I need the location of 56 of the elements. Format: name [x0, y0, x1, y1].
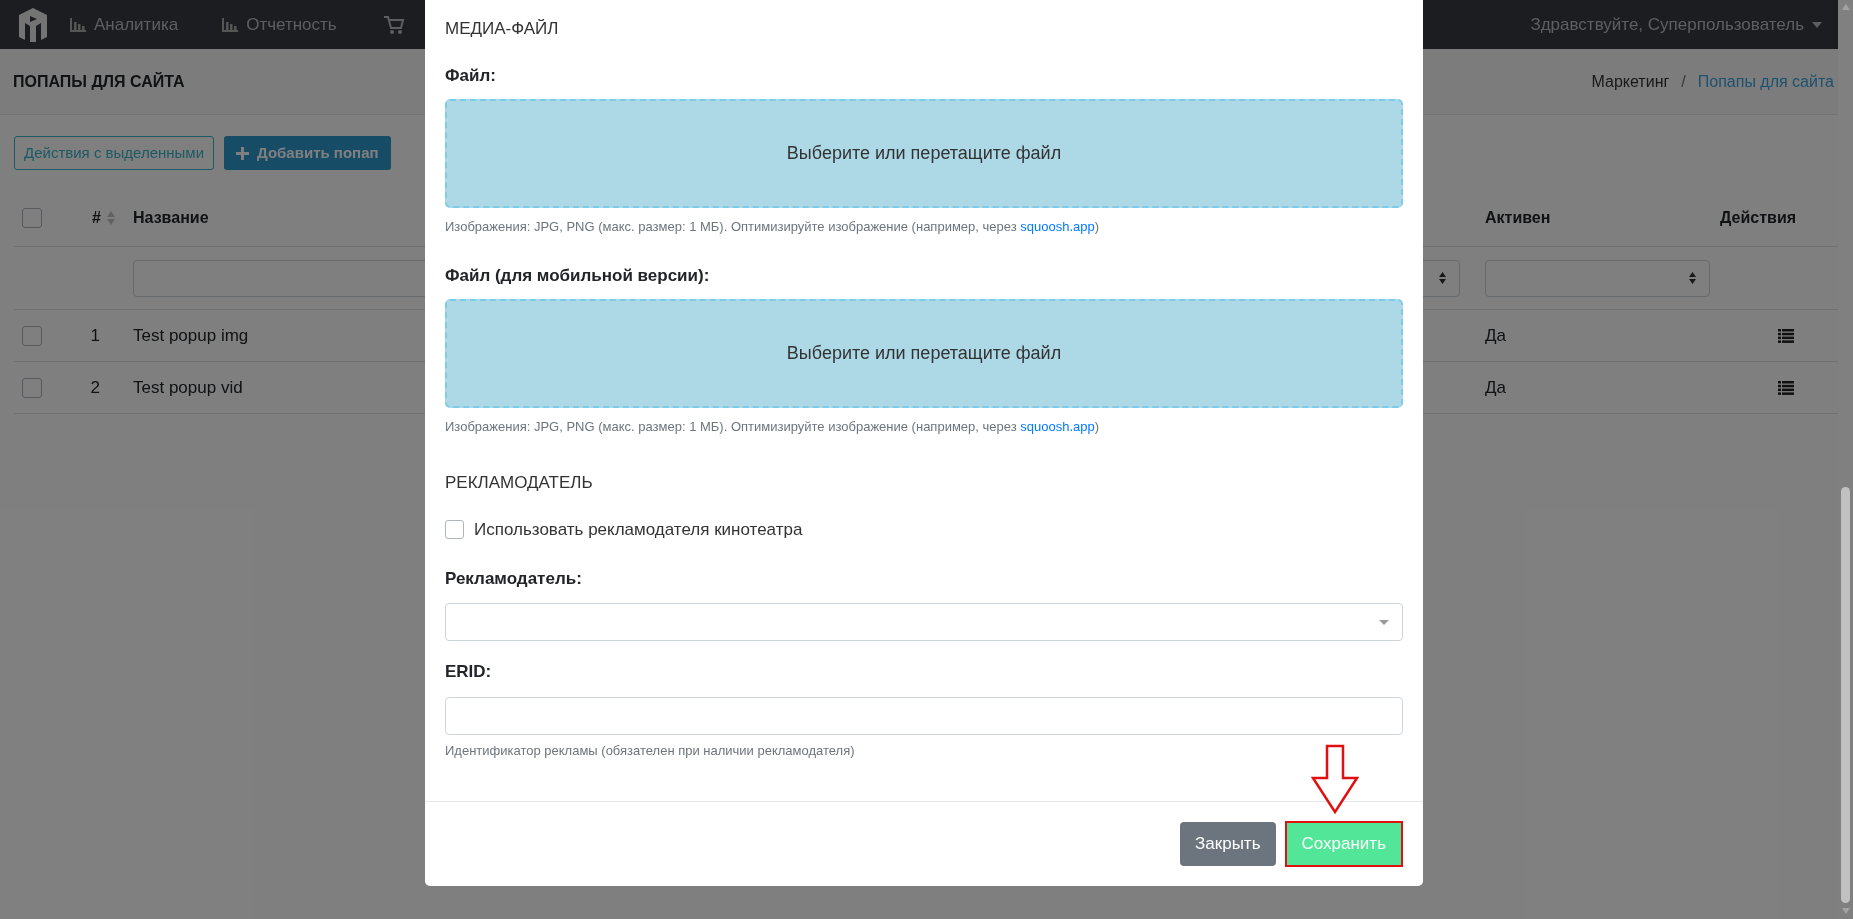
row-checkbox[interactable]	[22, 377, 42, 398]
field-label: ERID:	[445, 661, 492, 683]
section-title: РЕКЛАМОДАТЕЛЬ	[445, 471, 593, 494]
breadcrumb-item: Попапы для сайта	[1697, 71, 1834, 92]
field-label: Файл (для мобильной версии):	[445, 264, 710, 287]
table-cell-text: 1	[90, 324, 100, 347]
caret-icon	[1378, 618, 1390, 626]
nav-link[interactable]: Аналитика	[70, 11, 179, 38]
user-menu[interactable]: Здравствуйте, Суперпользователь	[1530, 11, 1822, 38]
scroll-down-icon[interactable]	[1840, 907, 1851, 915]
table-cell: Да	[1485, 325, 1506, 345]
checkbox[interactable]	[445, 520, 464, 540]
field-label: Рекламодатель:	[445, 567, 582, 590]
sort-arrows-icon	[1688, 271, 1697, 285]
field-label: Файл:	[445, 64, 496, 87]
nav-link[interactable]: Отчетность	[222, 11, 337, 38]
scroll-up-icon[interactable]	[1840, 3, 1851, 11]
caret-icon[interactable]	[1812, 21, 1822, 28]
dropzone-text: Выберите или перетащите файл	[786, 142, 1062, 165]
cart-icon[interactable]	[382, 14, 405, 35]
row-checkbox[interactable]	[22, 325, 42, 346]
list-icon[interactable]	[1778, 380, 1794, 395]
section-title: МЕДИА-ФАЙЛ	[445, 18, 559, 40]
close-button[interactable]: Закрыть	[1180, 822, 1276, 866]
column-header: Действия	[1720, 208, 1797, 228]
file-dropzone[interactable]: Выберите или перетащите файл	[445, 299, 1403, 408]
dropzone-text: Выберите или перетащите файл	[786, 342, 1062, 365]
active-filter-select[interactable]	[1485, 259, 1710, 297]
link[interactable]: squoosh.app	[1020, 419, 1095, 434]
checkbox-label[interactable]: Использовать рекламодателя кинотеатра	[474, 517, 803, 543]
erid-input[interactable]	[445, 696, 1403, 735]
plus-icon	[236, 146, 250, 160]
column-header[interactable]: #	[92, 206, 101, 230]
link[interactable]: squoosh.app	[1020, 219, 1095, 234]
logo-icon[interactable]	[16, 6, 50, 43]
list-icon[interactable]	[1778, 328, 1794, 343]
page-title: ПОПАПЫ ДЛЯ САЙТА	[13, 71, 185, 92]
hint-text: Идентификатор рекламы (обязателен при наличии рекламодателя)	[445, 741, 855, 760]
file-dropzone[interactable]: Выберите или перетащите файл	[445, 99, 1403, 208]
table-cell: Test popup img	[133, 325, 249, 345]
table-cell-text: 2	[90, 376, 100, 399]
advertiser-select[interactable]	[445, 603, 1403, 641]
table-cell: Да	[1485, 377, 1506, 397]
sort-arrows-icon	[1438, 271, 1447, 285]
sort-icon[interactable]	[106, 210, 116, 226]
add-popup-button[interactable]: Добавить попап	[224, 136, 391, 170]
hint-text: Изображения: JPG, PNG (макс. размер: 1 МБ). Оптимизируйте изображение (например, через squoosh.app)	[445, 418, 1100, 436]
breadcrumb-item[interactable]: Маркетинг	[1591, 69, 1670, 94]
chart-icon	[222, 17, 239, 32]
hint-text: Изображения: JPG, PNG (макс. размер: 1 МБ). Оптимизируйте изображение (например, через squoosh.app)	[445, 218, 1100, 236]
table-cell: Test popup vid	[133, 377, 243, 397]
column-header: Название	[133, 208, 209, 228]
breadcrumb-separator: /	[1681, 71, 1686, 92]
column-header: Активен	[1485, 208, 1551, 228]
chart-icon	[70, 17, 86, 32]
select-all-checkbox[interactable]	[22, 208, 42, 228]
